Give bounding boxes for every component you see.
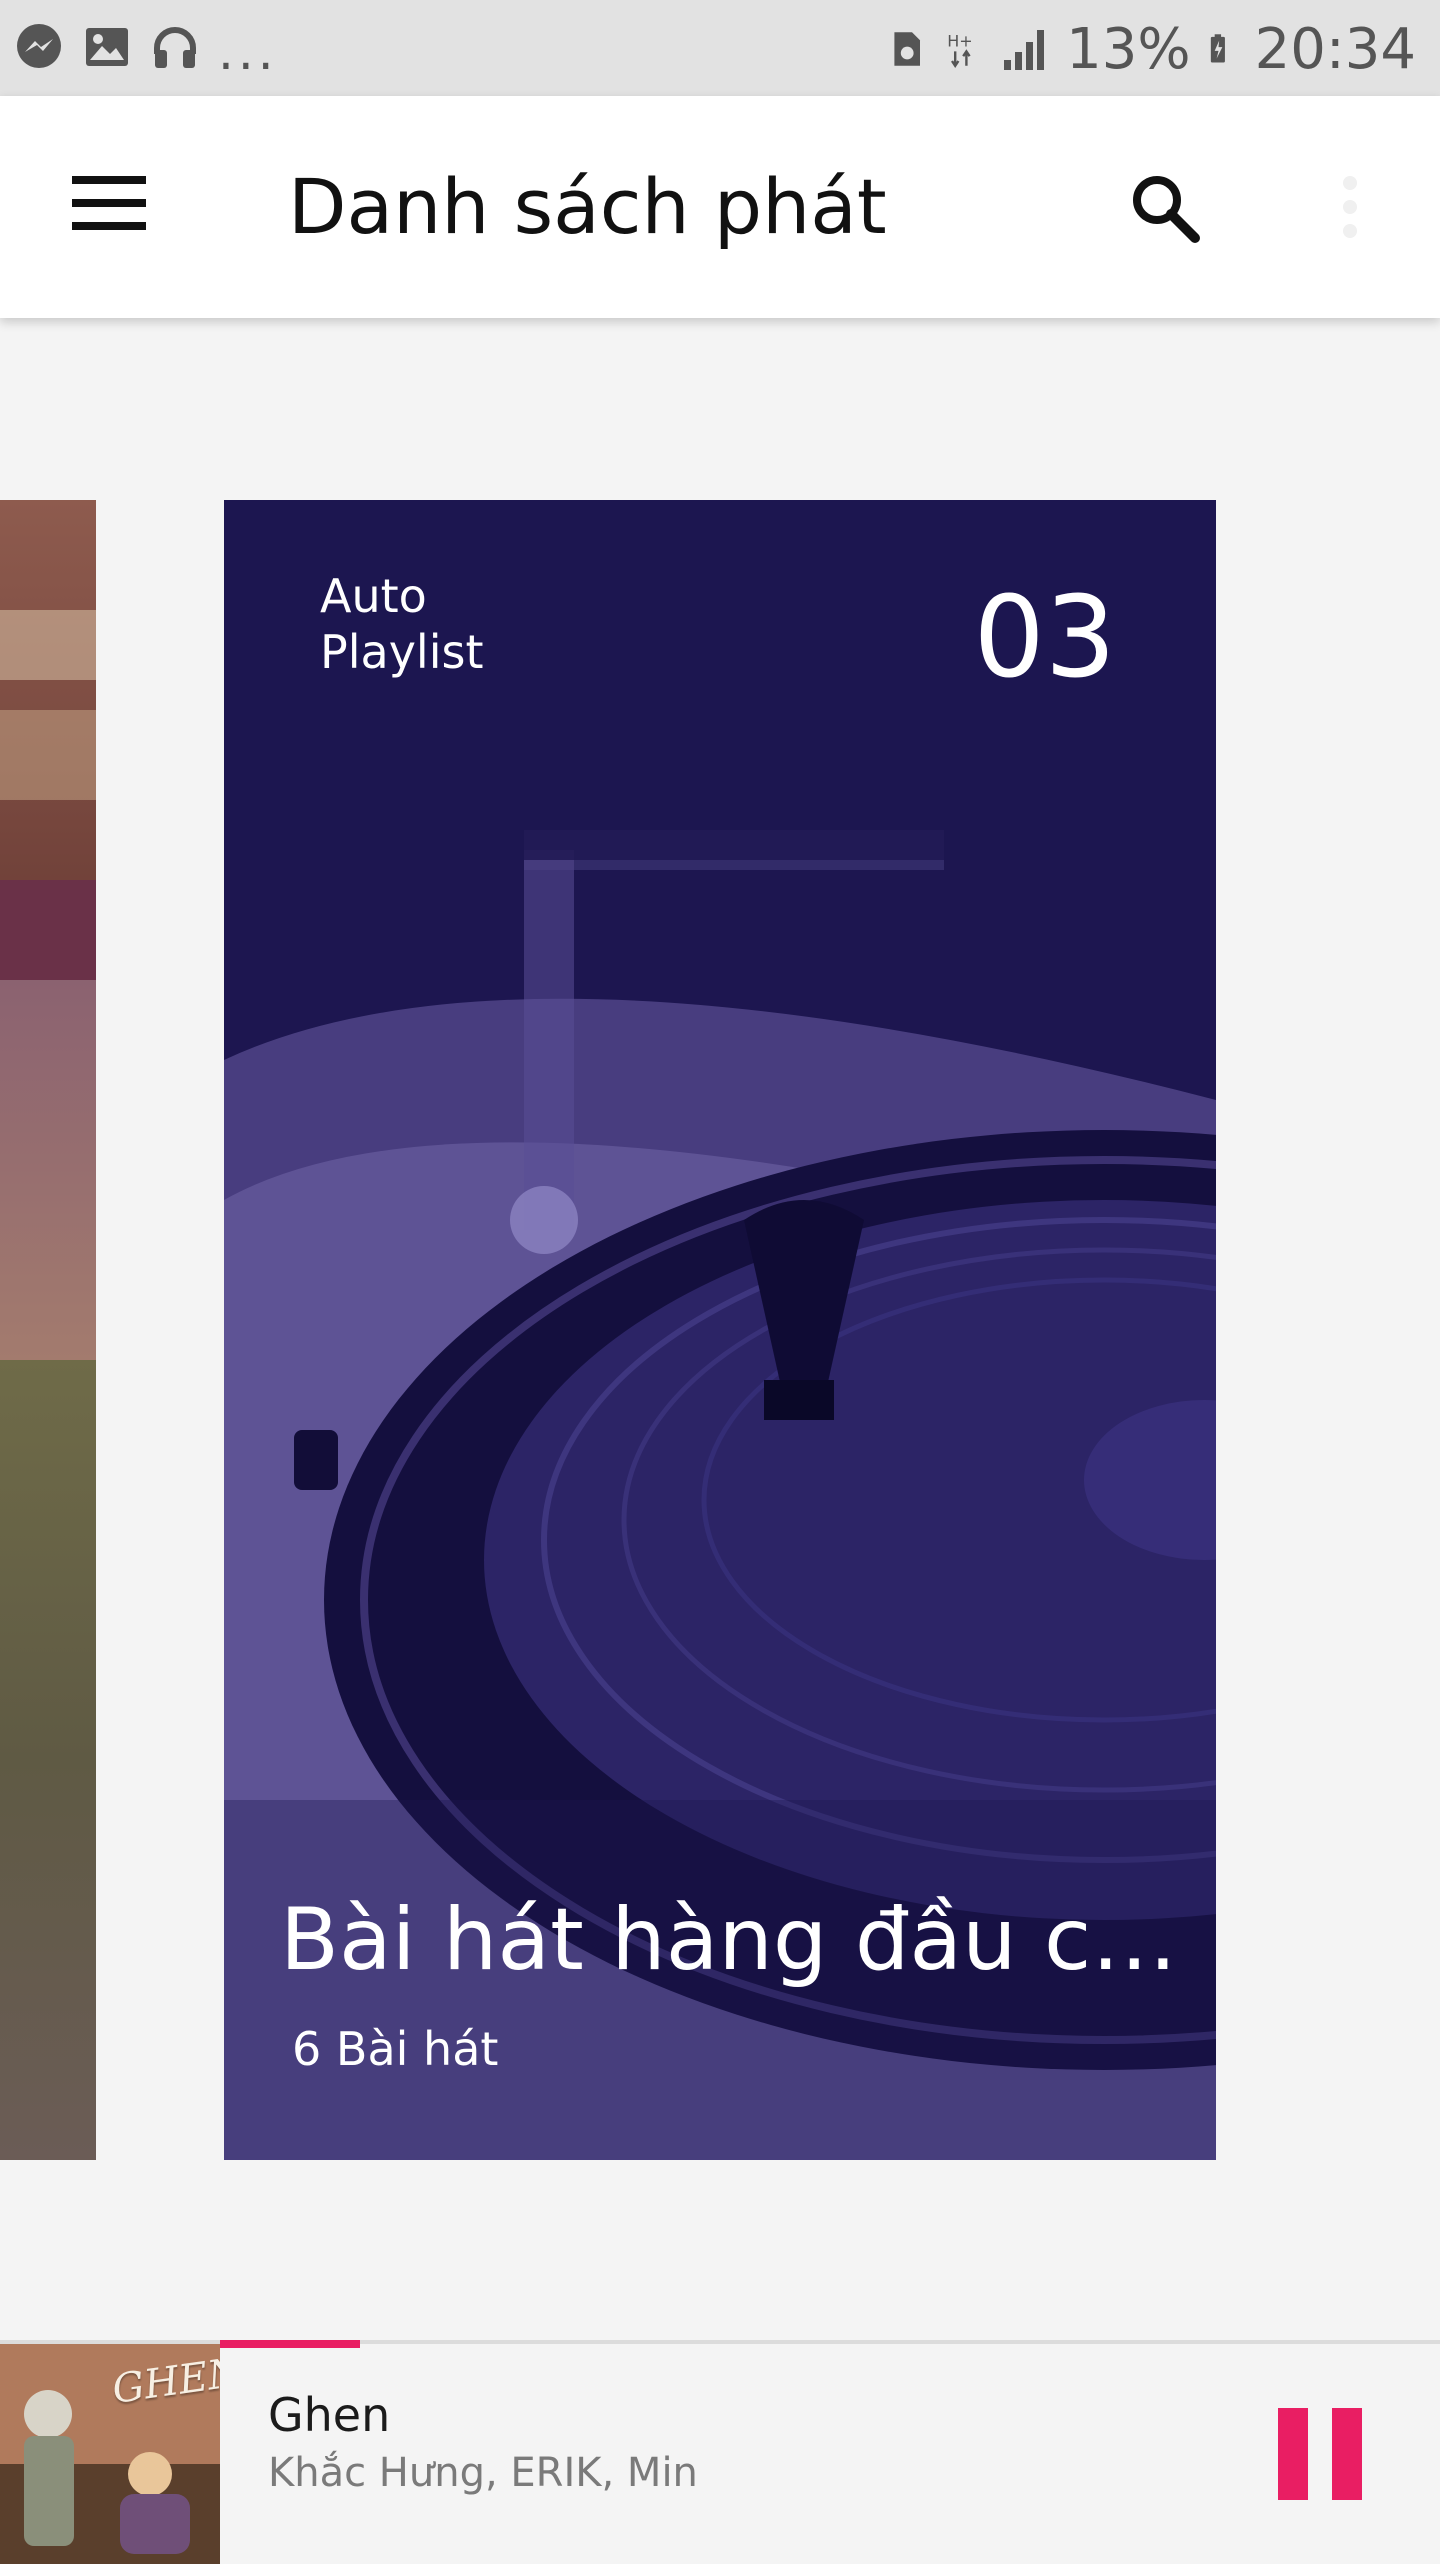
playlist-type-label: Auto Playlist [320, 568, 484, 680]
notification-icons: ... [14, 22, 278, 81]
svg-text:H+: H+ [947, 32, 972, 51]
track-title: Ghen [268, 2388, 391, 2442]
playlist-type-line2: Playlist [320, 625, 484, 679]
status-bar: ... H+ 13% 20:34 [0, 0, 1440, 96]
more-notifications-text: ... [218, 23, 278, 81]
hamburger-menu-icon[interactable] [72, 176, 152, 240]
playlist-card[interactable]: Auto Playlist 03 Bài hát hàng đầu của … … [224, 500, 1216, 2160]
sim-icon [894, 32, 921, 66]
gallery-icon [86, 28, 128, 66]
signal-icon [1004, 30, 1045, 70]
battery-percent: 13% [1066, 16, 1191, 82]
album-art[interactable]: GHEN [0, 2344, 220, 2564]
hplus-icon: H+ [947, 32, 973, 68]
playback-progress [220, 2340, 1440, 2348]
playlist-type-line1: Auto [320, 569, 427, 623]
clock: 20:34 [1254, 16, 1416, 82]
more-vertical-icon[interactable] [1330, 176, 1370, 256]
track-artist: Khắc Hưng, ERIK, Min [268, 2450, 698, 2496]
playlist-number: 03 [973, 573, 1116, 703]
system-status: H+ 13% 20:34 [888, 14, 1416, 84]
mini-player[interactable]: GHEN Ghen Khắc Hưng, ERIK, Min [0, 2340, 1440, 2564]
messenger-icon [17, 24, 61, 68]
playback-progress-fill [220, 2340, 361, 2348]
pause-icon[interactable] [1278, 2408, 1362, 2500]
playlist-song-count: 6 Bài hát [292, 2022, 499, 2076]
battery-icon [1210, 34, 1225, 63]
search-icon[interactable] [1125, 168, 1205, 248]
playlist-title: Bài hát hàng đầu của … [280, 1890, 1200, 1990]
app-bar: Danh sách phát [0, 96, 1440, 318]
headphones-icon [154, 27, 196, 68]
playlist-card-previous[interactable] [0, 500, 96, 2160]
page-title: Danh sách phát [288, 162, 887, 251]
